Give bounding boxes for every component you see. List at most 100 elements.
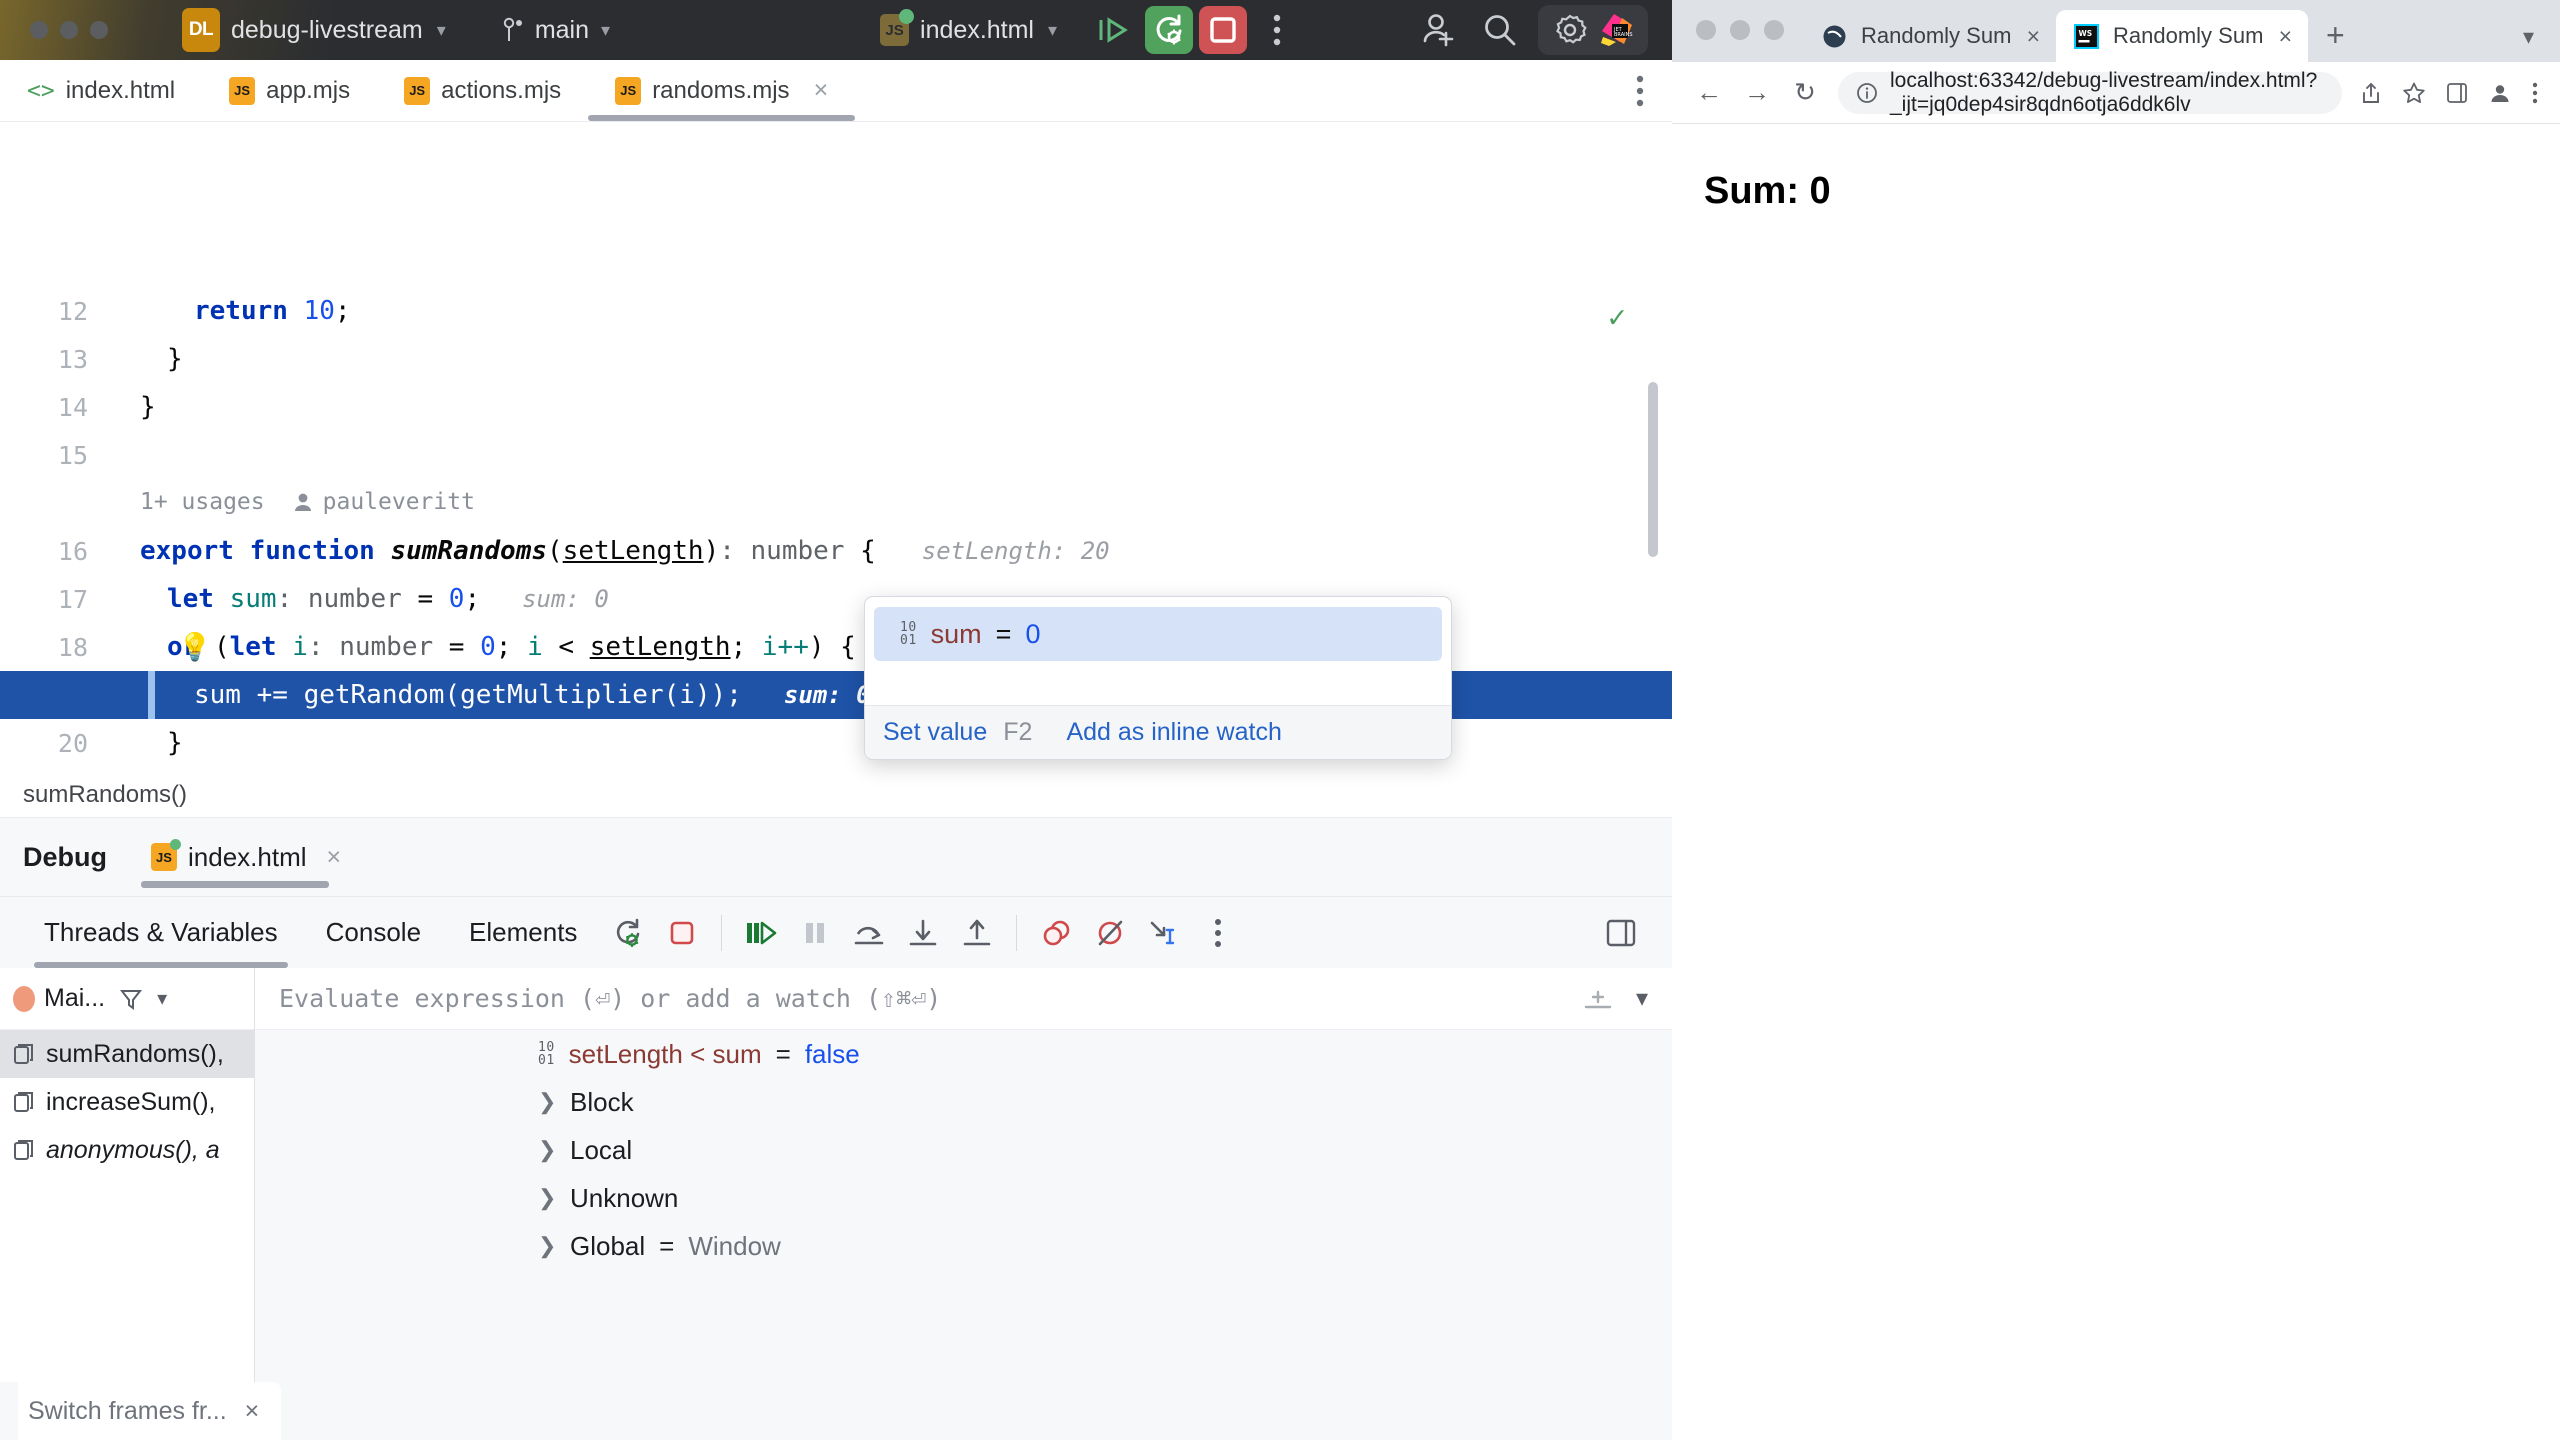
inspections-ok-icon[interactable]: ✓: [1608, 300, 1626, 335]
run-to-cursor-button[interactable]: [1091, 6, 1139, 54]
stop-icon[interactable]: [655, 906, 709, 960]
tab-elements[interactable]: Elements: [445, 897, 601, 968]
minimize-window-button[interactable]: [1730, 20, 1750, 40]
browser-tab-1[interactable]: Randomly Sum ×: [1804, 10, 2056, 62]
resume-program-icon[interactable]: [734, 906, 788, 960]
close-icon[interactable]: ×: [2027, 23, 2040, 50]
jetbrains-ai-icon[interactable]: JET BRAINS: [1598, 12, 1634, 48]
frame-row[interactable]: anonymous(), a: [0, 1126, 254, 1174]
variable-group-row[interactable]: ❯ Block: [255, 1078, 1672, 1126]
minimize-window-button[interactable]: [60, 21, 78, 39]
chevron-right-icon[interactable]: ❯: [538, 1137, 556, 1163]
maximize-window-button[interactable]: [90, 21, 108, 39]
toolbar-divider: [1016, 914, 1018, 951]
inline-debug-hint[interactable]: setLength: 20: [876, 537, 1110, 565]
variable-group-row[interactable]: ❯ Global = Window: [255, 1222, 1672, 1270]
frame-row[interactable]: increaseSum(),: [0, 1078, 254, 1126]
editor-tab-app-mjs[interactable]: JS app.mjs: [202, 60, 377, 121]
author-label[interactable]: pauleveritt: [293, 489, 475, 515]
bookmark-star-icon[interactable]: [2402, 81, 2426, 105]
branch-selector[interactable]: main ▾: [502, 16, 610, 45]
set-value-button[interactable]: Set value: [883, 718, 987, 747]
mute-breakpoints-icon[interactable]: [1083, 906, 1137, 960]
gear-icon[interactable]: [1552, 12, 1588, 48]
editor-tab-index-html[interactable]: <> index.html: [0, 60, 202, 121]
step-out-icon[interactable]: [950, 906, 1004, 960]
variable-group-row[interactable]: ❯ Local: [255, 1126, 1672, 1174]
forward-button[interactable]: →: [1742, 77, 1772, 108]
evaluate-expression-bar[interactable]: Evaluate expression (⏎) or add a watch (…: [255, 968, 1672, 1030]
code-vision-line[interactable]: 1+ usages pauleveritt: [140, 489, 475, 515]
stop-button[interactable]: [1199, 6, 1248, 54]
editor-scrollbar-thumb[interactable]: [1648, 382, 1658, 557]
frame-row[interactable]: sumRandoms(),: [0, 1030, 254, 1078]
add-watch-icon[interactable]: [1582, 986, 1614, 1012]
close-window-button[interactable]: [30, 21, 48, 39]
chevron-down-icon[interactable]: ▾: [2523, 24, 2534, 50]
chrome-menu-icon[interactable]: [2532, 81, 2538, 105]
chevron-right-icon[interactable]: ❯: [538, 1233, 556, 1259]
url-input[interactable]: localhost:63342/debug-livestream/index.h…: [1838, 69, 2342, 116]
share-icon[interactable]: [2360, 81, 2382, 105]
add-inline-watch-button[interactable]: Add as inline watch: [1066, 718, 1281, 747]
browser-tab-2[interactable]: WS Randomly Sum ×: [2056, 10, 2308, 62]
close-icon[interactable]: ×: [327, 843, 342, 872]
chevron-right-icon[interactable]: ❯: [538, 1185, 556, 1211]
inline-value-popup[interactable]: 10 01 sum = 0 Set value F2 Add as inline…: [864, 596, 1452, 760]
step-into-icon[interactable]: [896, 906, 950, 960]
search-icon[interactable]: [1476, 6, 1524, 54]
side-panel-icon[interactable]: [2446, 82, 2468, 104]
chevron-right-icon[interactable]: ❯: [538, 1089, 556, 1115]
intention-bulb-icon[interactable]: 💡: [178, 631, 212, 663]
usages-label[interactable]: 1+ usages: [140, 489, 265, 515]
window-traffic-lights[interactable]: [30, 21, 108, 39]
browser-traffic-lights[interactable]: [1696, 20, 1784, 40]
editor-tab-randoms-mjs[interactable]: JS randoms.mjs ×: [588, 60, 856, 121]
more-vertical-icon[interactable]: [1253, 6, 1301, 54]
add-user-icon[interactable]: [1414, 6, 1462, 54]
inline-debug-hint-sum[interactable]: sum: 0: [742, 681, 871, 709]
run-configuration-selector[interactable]: JS index.html ▾: [880, 9, 1057, 46]
back-button[interactable]: ←: [1694, 77, 1724, 108]
tab-threads-variables[interactable]: Threads & Variables: [20, 897, 302, 968]
close-icon[interactable]: ×: [2279, 23, 2292, 50]
debug-session-tab[interactable]: JS index.html ×: [141, 818, 351, 896]
literal-number: 0: [448, 584, 465, 614]
reload-button[interactable]: ↻: [1790, 77, 1820, 108]
close-icon[interactable]: ×: [814, 76, 829, 105]
punctuation: }: [167, 344, 183, 374]
info-circle-icon[interactable]: [1856, 82, 1878, 104]
breadcrumb[interactable]: sumRandoms(): [0, 772, 1672, 818]
new-tab-button[interactable]: +: [2326, 17, 2345, 54]
close-window-button[interactable]: [1696, 20, 1716, 40]
status-message[interactable]: Switch frames fr... ×: [18, 1382, 282, 1440]
view-breakpoints-icon[interactable]: [1029, 906, 1083, 960]
chevron-down-icon[interactable]: ▾: [1636, 984, 1648, 1013]
popup-variable-row[interactable]: 10 01 sum = 0: [874, 607, 1442, 661]
editor-tab-label: randoms.mjs: [652, 76, 790, 104]
step-over-icon[interactable]: [842, 906, 896, 960]
breadcrumb-item[interactable]: sumRandoms(): [23, 781, 187, 809]
maximize-window-button[interactable]: [1764, 20, 1784, 40]
code-line-14: }: [0, 383, 1672, 431]
rerun-debug-button[interactable]: [1145, 6, 1194, 54]
project-selector[interactable]: DL debug-livestream ▾: [182, 8, 446, 52]
tab-console[interactable]: Console: [302, 897, 445, 968]
punctuation: ): [703, 536, 720, 566]
profile-icon[interactable]: [2488, 81, 2512, 105]
more-vertical-icon[interactable]: [1191, 906, 1245, 960]
close-icon[interactable]: ×: [245, 1397, 260, 1426]
watch-row[interactable]: 10 01 setLength < sum = false: [255, 1030, 1672, 1078]
filter-icon[interactable]: [119, 987, 143, 1011]
code-text: }: [0, 392, 156, 422]
editor-tab-actions-mjs[interactable]: JS actions.mjs: [377, 60, 588, 121]
debug-session-name: index.html: [188, 841, 307, 872]
editor-tabs-more-icon[interactable]: [1636, 60, 1672, 121]
layout-settings-icon[interactable]: [1594, 906, 1648, 960]
chevron-down-icon[interactable]: ▾: [157, 986, 167, 1011]
run-to-cursor-icon[interactable]: [1137, 906, 1191, 960]
thread-selector[interactable]: Mai...: [13, 984, 105, 1013]
variable-group-row[interactable]: ❯ Unknown: [255, 1174, 1672, 1222]
rerun-debug-icon[interactable]: [601, 906, 655, 960]
inline-debug-hint[interactable]: sum: 0: [480, 585, 609, 613]
